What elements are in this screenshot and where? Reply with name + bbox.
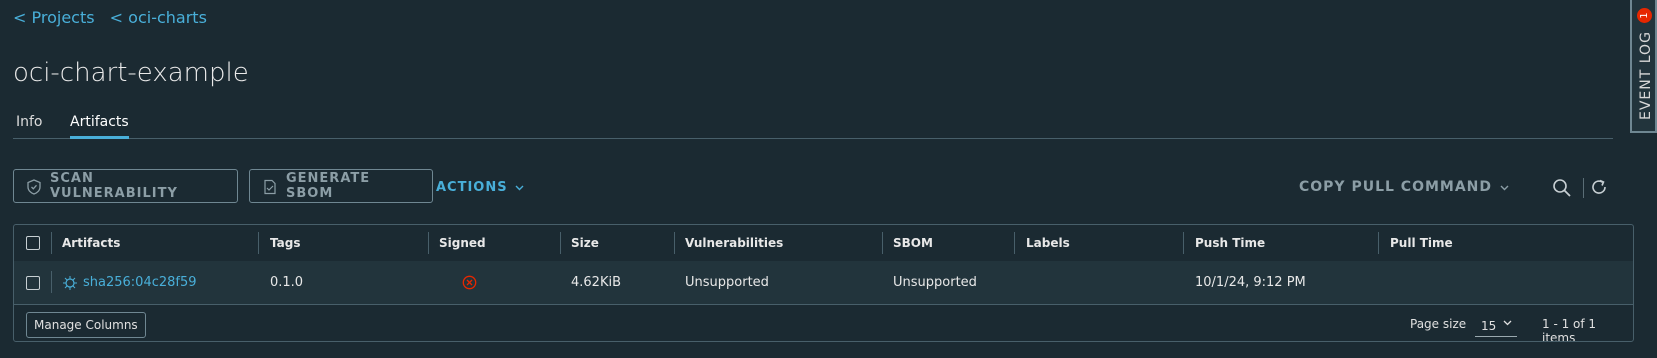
- copy-pull-command-dropdown[interactable]: COPY PULL COMMAND: [1299, 179, 1509, 195]
- search-button[interactable]: [1552, 178, 1572, 198]
- size-value: 4.62KiB: [571, 275, 622, 290]
- table-footer: Manage Columns Page size 15 1 - 1 of 1 i…: [14, 305, 1633, 342]
- page-size-select[interactable]: 15: [1475, 314, 1517, 337]
- vulnerabilities-value: Unsupported: [685, 275, 769, 290]
- scan-vulnerability-label: SCAN VULNERABILITY: [50, 171, 178, 201]
- manage-columns-button[interactable]: Manage Columns: [26, 312, 146, 338]
- breadcrumb-repo-link[interactable]: < oci-charts: [110, 8, 207, 27]
- tab-bar: Info Artifacts: [13, 112, 1613, 139]
- tag-value: 0.1.0: [270, 275, 304, 290]
- tab-artifacts[interactable]: Artifacts: [70, 114, 129, 139]
- sbom-value: Unsupported: [893, 275, 977, 290]
- tab-info[interactable]: Info: [16, 114, 43, 130]
- column-labels[interactable]: Labels: [1026, 225, 1070, 261]
- not-signed-icon: [462, 275, 477, 290]
- generate-sbom-button[interactable]: GENERATE SBOM: [249, 169, 433, 203]
- shield-icon: [27, 179, 41, 195]
- column-size[interactable]: Size: [571, 225, 599, 261]
- breadcrumb-projects-link[interactable]: < Projects: [13, 8, 95, 27]
- generate-sbom-label: GENERATE SBOM: [286, 171, 371, 201]
- refresh-button[interactable]: [1583, 178, 1610, 198]
- document-icon: [264, 179, 276, 195]
- chevron-down-icon: [1500, 185, 1509, 191]
- scan-vulnerability-button[interactable]: SCAN VULNERABILITY: [13, 169, 238, 203]
- page-size-label: Page size: [1410, 317, 1467, 331]
- page-size-value: 15: [1481, 319, 1497, 333]
- artifacts-table: Artifacts Tags Signed Size Vulnerabiliti…: [13, 224, 1634, 342]
- search-icon: [1553, 179, 1571, 197]
- event-log-badge: 1: [1637, 8, 1652, 23]
- table-header: Artifacts Tags Signed Size Vulnerabiliti…: [14, 225, 1633, 262]
- column-tags[interactable]: Tags: [270, 225, 300, 261]
- column-signed[interactable]: Signed: [439, 225, 486, 261]
- row-checkbox[interactable]: [26, 275, 40, 290]
- column-sbom[interactable]: SBOM: [893, 225, 933, 261]
- select-all-checkbox[interactable]: [26, 236, 40, 250]
- refresh-icon: [1592, 179, 1606, 194]
- helm-icon: [63, 275, 77, 290]
- column-artifacts[interactable]: Artifacts: [62, 225, 120, 261]
- column-push-time[interactable]: Push Time: [1195, 225, 1265, 261]
- push-time-value: 10/1/24, 9:12 PM: [1195, 275, 1306, 290]
- breadcrumb: < Projects < oci-charts: [13, 8, 217, 27]
- copy-pull-command-label: COPY PULL COMMAND: [1299, 179, 1493, 195]
- chevron-down-icon: [1503, 320, 1512, 326]
- pagination-count: 1 - 1 of 1 items: [1542, 317, 1597, 342]
- column-pull-time[interactable]: Pull Time: [1390, 225, 1453, 261]
- column-vulnerabilities[interactable]: Vulnerabilities: [685, 225, 783, 261]
- table-row[interactable]: sha256:04c28f59 0.1.0 4.62KiB Unsupporte…: [14, 261, 1633, 305]
- event-log-tab[interactable]: 1 EVENT LOG: [1630, 0, 1657, 133]
- page-title: oci-chart-example: [13, 58, 249, 88]
- artifact-digest-link[interactable]: sha256:04c28f59: [83, 275, 197, 290]
- chevron-down-icon: [515, 185, 524, 191]
- event-log-label: EVENT LOG: [1638, 31, 1654, 120]
- actions-label: ACTIONS: [436, 180, 508, 195]
- actions-dropdown[interactable]: ACTIONS: [436, 180, 524, 195]
